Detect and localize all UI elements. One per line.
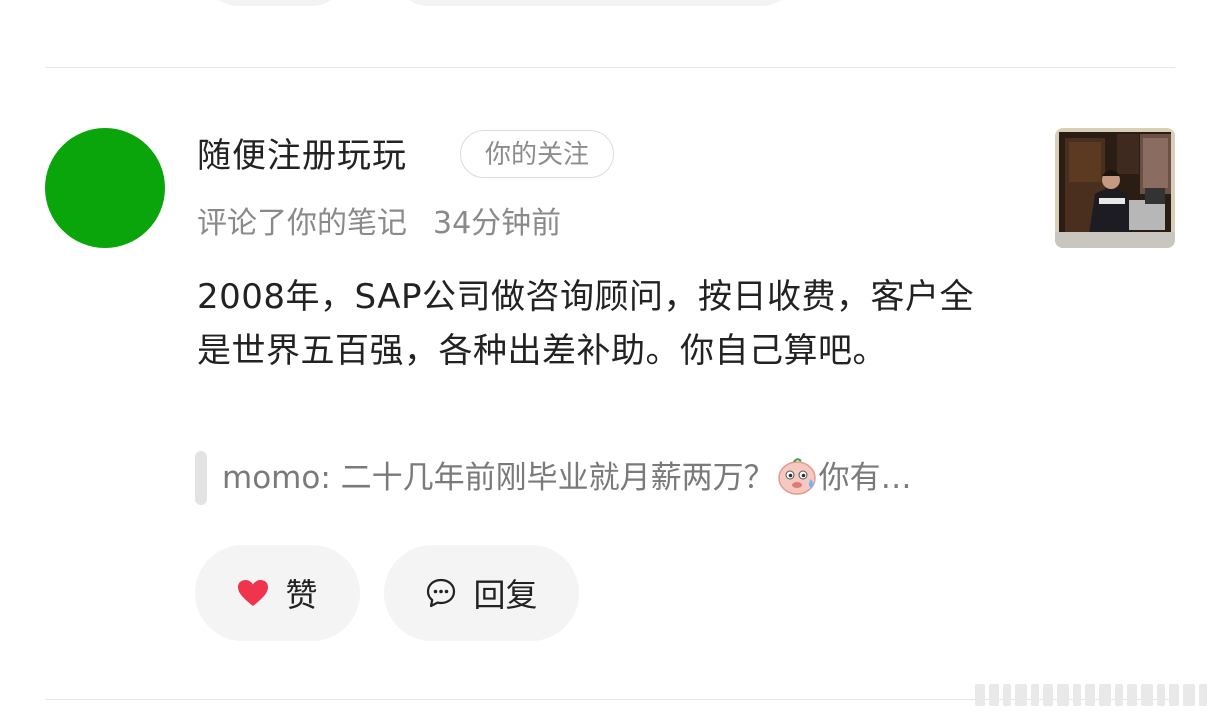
comment-action-text: 评论了你的笔记 [197,206,407,241]
quote-bar [195,451,207,505]
username[interactable]: 随便注册玩玩 [197,133,407,179]
comment-meta: 评论了你的笔记 34分钟前 [197,203,561,245]
previous-like-button[interactable] [205,0,345,6]
reply-button[interactable]: 回复 [384,545,579,641]
notification-page: 随便注册玩玩 你的关注 评论了你的笔记 34分钟前 2008年，SAP公司做咨询顾… [0,0,1220,728]
follow-badge: 你的关注 [460,130,614,178]
quoted-comment[interactable]: momo: 二十几年前刚毕业就月薪两万？ 你有… [195,451,995,505]
quote-text: momo: 二十几年前刚毕业就月薪两万？ 你有… [222,456,912,500]
reply-label: 回复 [473,576,538,614]
sweat-face-emoji-icon [777,458,816,495]
heart-icon [238,580,269,606]
comment-timestamp: 34分钟前 [433,206,562,241]
quote-suffix: 你有… [818,460,912,496]
divider-top [45,67,1175,68]
like-label: 赞 [285,576,318,614]
like-button[interactable]: 赞 [195,545,360,641]
previous-reply-button[interactable] [395,0,795,6]
quote-prefix: momo: 二十几年前刚毕业就月薪两万？ [222,460,775,496]
note-thumbnail-image [1055,128,1175,248]
note-thumbnail[interactable] [1055,128,1175,248]
avatar[interactable] [45,128,165,248]
comment-text[interactable]: 2008年，SAP公司做咨询顾问，按日收费，客户全是世界五百强，各种出差补助。你… [197,270,997,378]
chat-bubble-icon [427,578,456,608]
watermark-logo [975,684,1207,706]
